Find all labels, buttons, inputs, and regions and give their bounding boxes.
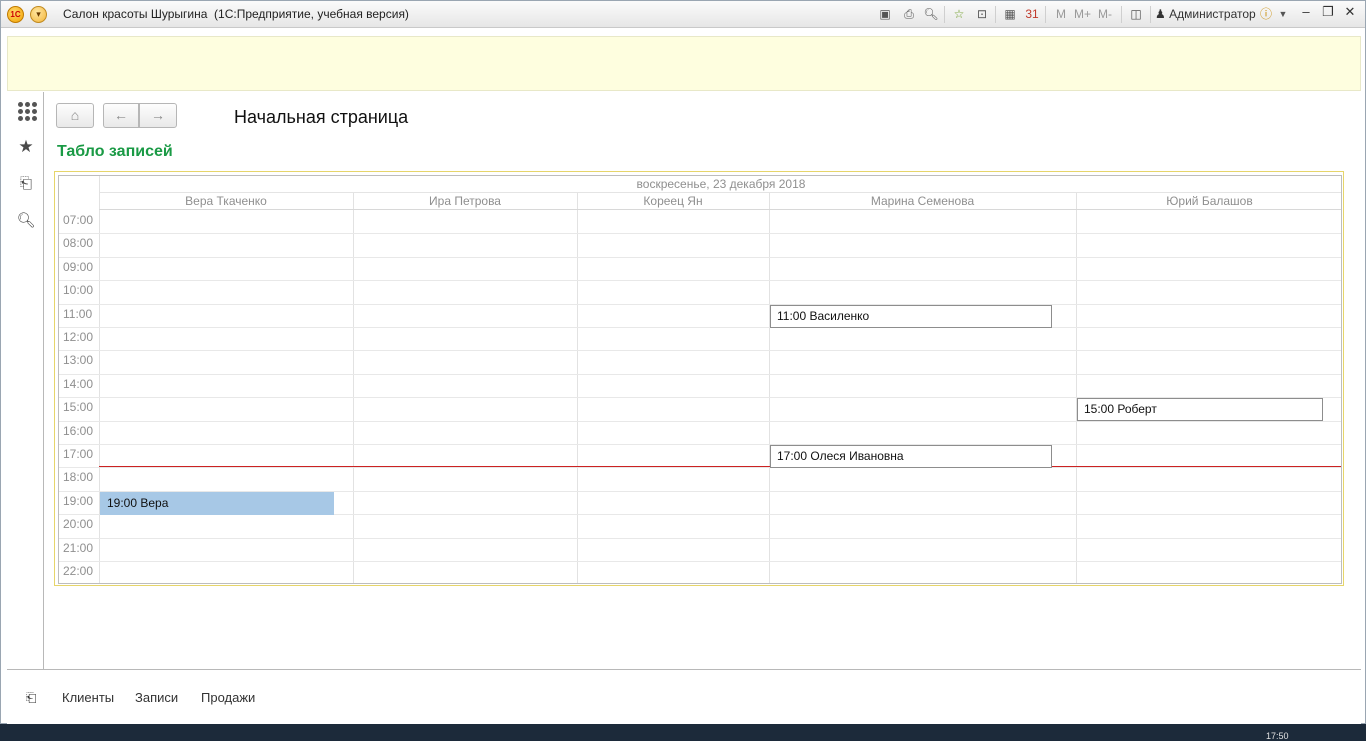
hour-row-divider xyxy=(59,374,1341,375)
column-divider xyxy=(1076,193,1077,583)
toolbar-separator xyxy=(1150,6,1151,23)
link-sales[interactable]: Продажи xyxy=(201,690,255,705)
hour-row-divider xyxy=(59,467,1341,468)
appointments-board[interactable]: воскресенье, 23 декабря 2018 Вера Ткачен… xyxy=(54,171,1344,586)
panel-layout-icon[interactable]: ◫ xyxy=(1128,6,1144,22)
hour-label: 18:00 xyxy=(63,470,94,484)
hour-label: 20:00 xyxy=(63,517,94,531)
hour-label: 17:00 xyxy=(63,447,94,461)
toolbar-separator xyxy=(1045,6,1046,23)
board-title: Табло записей xyxy=(57,143,173,160)
hour-row-divider xyxy=(59,257,1341,258)
hour-label: 16:00 xyxy=(63,424,94,438)
memory-m-button[interactable]: M xyxy=(1056,7,1066,21)
master-column-header: Марина Семенова xyxy=(769,193,1076,210)
hour-row-divider xyxy=(59,421,1341,422)
restore-button[interactable]: ❐ xyxy=(1319,4,1337,20)
board-date: воскресенье, 23 декабря 2018 xyxy=(99,176,1341,193)
hour-label: 22:00 xyxy=(63,564,94,578)
hour-row-divider xyxy=(59,561,1341,562)
appointment-event[interactable]: 15:00 Роберт xyxy=(1077,398,1323,421)
toolbar-separator xyxy=(944,6,945,23)
hour-label: 07:00 xyxy=(63,213,94,227)
preview-icon[interactable]: 🔍︎ xyxy=(923,6,939,22)
calendar-icon[interactable]: 31 xyxy=(1024,6,1040,22)
info-icon[interactable]: ⓘ xyxy=(1258,6,1274,22)
history-icon[interactable]: ⎗ xyxy=(16,174,36,194)
page-title: Начальная страница xyxy=(234,107,409,127)
column-divider xyxy=(353,193,354,583)
hour-label: 21:00 xyxy=(63,541,94,555)
chevron-down-icon[interactable]: ▼ xyxy=(1275,6,1291,22)
hour-label: 12:00 xyxy=(63,330,94,344)
toolbar-separator xyxy=(995,6,996,23)
minimize-button[interactable]: – xyxy=(1297,4,1315,19)
hour-row-divider xyxy=(59,444,1341,445)
hour-row-divider xyxy=(59,304,1341,305)
save-icon[interactable]: ▣ xyxy=(877,6,893,22)
schedule-grid[interactable]: воскресенье, 23 декабря 2018 Вера Ткачен… xyxy=(58,175,1342,584)
hour-label: 19:00 xyxy=(63,494,94,508)
bottom-panel: ⎗ Клиенты Записи Продажи xyxy=(7,669,1361,724)
appointment-event[interactable]: 19:00 Вера xyxy=(100,492,334,515)
master-column-header: Ира Петрова xyxy=(353,193,577,210)
bookmark-icon[interactable]: ⊡ xyxy=(974,6,990,22)
current-user[interactable]: ♟ Администратор xyxy=(1155,7,1256,21)
hour-row-divider xyxy=(59,233,1341,234)
all-functions-icon[interactable] xyxy=(16,100,37,121)
appointment-event[interactable]: 11:00 Василенко xyxy=(770,305,1052,328)
close-button[interactable]: ✕ xyxy=(1341,4,1359,20)
hour-label: 08:00 xyxy=(63,236,94,250)
main-menu-button[interactable]: ▾ xyxy=(30,6,47,23)
master-column-header: Юрий Балашов xyxy=(1076,193,1341,210)
sections-panel: ★ ⎗ 🔍︎ xyxy=(7,92,44,669)
home-button[interactable]: ⌂ xyxy=(56,103,94,128)
hour-row-divider xyxy=(59,538,1341,539)
hour-label: 14:00 xyxy=(63,377,94,391)
link-records[interactable]: Записи xyxy=(135,690,178,705)
favorites-star-icon[interactable]: ★ xyxy=(16,137,36,157)
back-button[interactable]: ← xyxy=(103,103,139,128)
memory-minus-button[interactable]: M- xyxy=(1098,7,1112,21)
memory-plus-button[interactable]: M+ xyxy=(1074,7,1091,21)
hour-row-divider xyxy=(59,327,1341,328)
column-divider xyxy=(577,193,578,583)
title-bar: 1С ▾ Салон красоты Шурыгина (1С:Предприя… xyxy=(1,1,1365,28)
search-icon[interactable]: 🔍︎ xyxy=(16,211,36,231)
forward-button[interactable]: → xyxy=(139,103,177,128)
master-column-header: Вера Ткаченко xyxy=(99,193,353,210)
column-divider xyxy=(769,193,770,583)
current-time-line xyxy=(99,466,1341,467)
column-divider xyxy=(99,176,100,583)
print-icon[interactable]: ⎙ xyxy=(901,6,917,22)
user-name: Администратор xyxy=(1169,7,1256,21)
hour-label: 10:00 xyxy=(63,283,94,297)
link-clients[interactable]: Клиенты xyxy=(62,690,114,705)
main-content: ⌂ ← → Начальная страница Табло записей в… xyxy=(45,92,1361,669)
hour-label: 09:00 xyxy=(63,260,94,274)
1c-logo-icon[interactable]: 1С xyxy=(7,6,24,23)
hour-row-divider xyxy=(59,350,1341,351)
appointment-event[interactable]: 17:00 Олеся Ивановна xyxy=(770,445,1052,468)
info-banner xyxy=(7,36,1361,91)
calculator-icon[interactable]: ▦ xyxy=(1002,6,1018,22)
toolbar-separator xyxy=(1121,6,1122,23)
favorites-add-icon[interactable]: ☆ xyxy=(951,6,967,22)
hour-label: 13:00 xyxy=(63,353,94,367)
taskbar-clock: 17:50 xyxy=(1266,731,1289,741)
hour-row-divider xyxy=(59,280,1341,281)
window-title: Салон красоты Шурыгина (1С:Предприятие, … xyxy=(63,7,409,21)
master-column-header: Кореец Ян xyxy=(577,193,769,210)
hour-label: 15:00 xyxy=(63,400,94,414)
os-taskbar xyxy=(0,724,1366,736)
app-window: 1С ▾ Салон красоты Шурыгина (1С:Предприя… xyxy=(0,0,1366,724)
hour-label: 11:00 xyxy=(63,307,93,321)
history-icon[interactable]: ⎗ xyxy=(26,690,42,706)
user-icon: ♟ xyxy=(1155,7,1166,21)
